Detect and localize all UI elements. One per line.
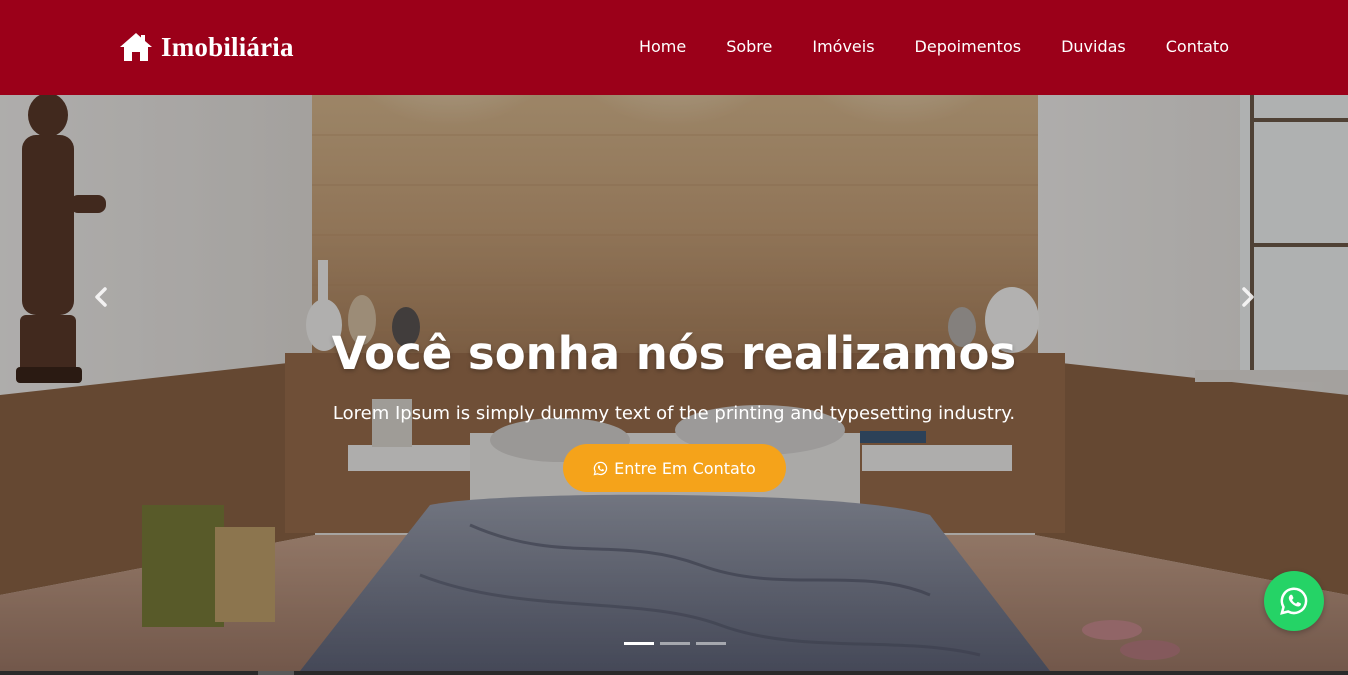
cta-label: Entre Em Contato bbox=[614, 458, 756, 478]
brand-logo-link[interactable]: Imobiliária bbox=[119, 30, 294, 64]
navbar: Imobiliária Home Sobre Imóveis Depoiment… bbox=[0, 0, 1348, 95]
carousel-indicator-3[interactable] bbox=[696, 642, 726, 645]
nav-link-contato[interactable]: Contato bbox=[1166, 37, 1229, 56]
nav-link-sobre[interactable]: Sobre bbox=[726, 37, 772, 56]
nav-item-imoveis: Imóveis bbox=[812, 36, 874, 58]
nav-menu: Home Sobre Imóveis Depoimentos Duvidas C… bbox=[639, 36, 1229, 58]
hero-carousel: Você sonha nós realizamos Lorem Ipsum is… bbox=[0, 95, 1348, 671]
chevron-left-icon bbox=[95, 287, 107, 307]
nav-link-depoimentos[interactable]: Depoimentos bbox=[915, 37, 1022, 56]
hero-subline: Lorem Ipsum is simply dummy text of the … bbox=[332, 403, 1016, 424]
contact-cta-button[interactable]: Entre Em Contato bbox=[563, 444, 786, 492]
nav-item-depoimentos: Depoimentos bbox=[915, 36, 1022, 58]
nav-link-imoveis[interactable]: Imóveis bbox=[812, 37, 874, 56]
nav-item-sobre: Sobre bbox=[726, 36, 772, 58]
nav-item-contato: Contato bbox=[1166, 36, 1229, 58]
whatsapp-icon bbox=[593, 461, 608, 475]
brand-name: Imobiliária bbox=[161, 31, 294, 62]
nav-item-duvidas: Duvidas bbox=[1061, 36, 1126, 58]
scrollbar-thumb[interactable] bbox=[258, 671, 294, 675]
horizontal-scrollbar[interactable] bbox=[0, 671, 1348, 675]
nav-link-duvidas[interactable]: Duvidas bbox=[1061, 37, 1126, 56]
whatsapp-float-button[interactable] bbox=[1264, 571, 1324, 631]
home-icon bbox=[120, 33, 152, 61]
nav-item-home: Home bbox=[639, 36, 686, 58]
hero-headline: Você sonha nós realizamos bbox=[331, 327, 1017, 380]
chevron-right-icon bbox=[1242, 287, 1254, 307]
nav-link-home[interactable]: Home bbox=[639, 37, 686, 56]
carousel-indicator-1[interactable] bbox=[624, 642, 654, 645]
hero-dark-overlay bbox=[0, 95, 1348, 671]
carousel-prev-button[interactable] bbox=[89, 283, 113, 311]
carousel-next-button[interactable] bbox=[1236, 283, 1260, 311]
whatsapp-icon bbox=[1280, 587, 1308, 615]
carousel-indicators bbox=[624, 642, 726, 645]
carousel-indicator-2[interactable] bbox=[660, 642, 690, 645]
